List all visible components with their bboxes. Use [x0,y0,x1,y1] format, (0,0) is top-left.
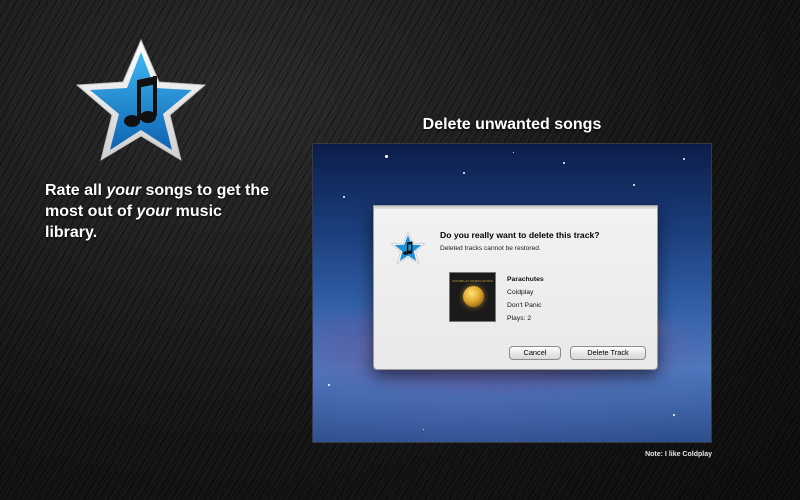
star-dot [385,155,388,158]
delete-track-button[interactable]: Delete Track [570,346,646,360]
tagline-text: Rate all your songs to get the most out … [45,180,275,243]
star-dot [328,384,330,386]
dialog-title: Do you really want to delete this track? [440,230,600,240]
album-artwork: COLDPLAY PARACHUTES [449,272,496,322]
star-dot [343,196,345,198]
track-title: Don't Panic [507,302,542,309]
star-music-note-icon [390,231,426,265]
dialog-title-bar [374,206,657,209]
track-info: Parachutes Coldplay Don't Panic Plays: 2 [507,273,647,325]
star-dot [673,414,675,416]
headline: Delete unwanted songs [422,116,602,133]
tagline-part: Rate all [45,182,107,199]
track-plays: Plays: 2 [507,315,532,322]
dialog-subtitle: Deleted tracks cannot be restored. [440,245,541,252]
track-album: Parachutes [507,276,544,283]
tagline-emphasis: your [106,182,142,199]
star-dot [633,184,635,186]
desktop-screenshot: Do you really want to delete this track?… [312,143,712,443]
star-dot [683,158,685,160]
album-planet-image [463,286,484,307]
album-art-label: COLDPLAY PARACHUTES [452,279,493,283]
footnote: Note: I like Coldplay [645,451,712,458]
star-dot [423,429,424,430]
cancel-button[interactable]: Cancel [509,346,561,360]
track-artist: Coldplay [507,289,534,296]
star-dot [513,152,514,153]
tagline-emphasis: your [136,203,172,220]
star-dot [463,172,465,174]
star-dot [563,162,565,164]
delete-track-dialog: Do you really want to delete this track?… [373,205,658,370]
app-star-icon [73,36,209,166]
